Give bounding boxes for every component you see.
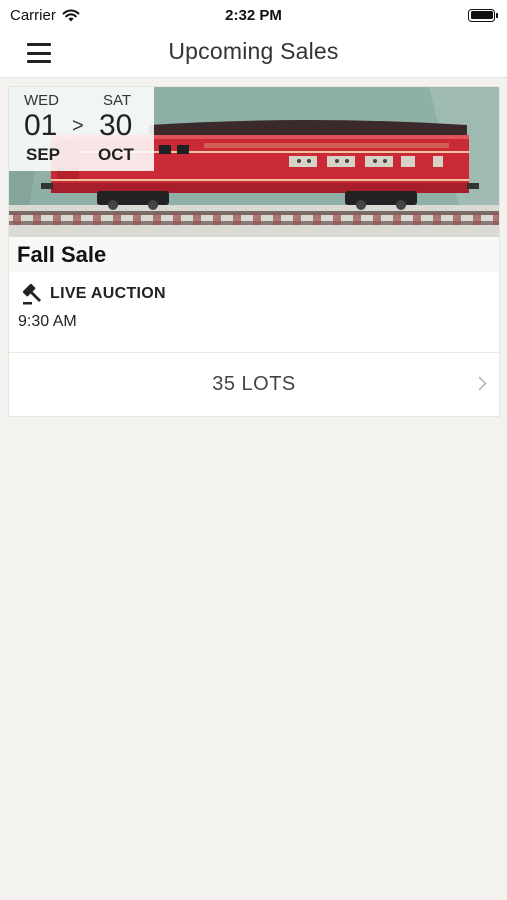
sale-card[interactable]: WED 01 SEP > SAT 30 OCT Fall Sale LIVE A…	[8, 86, 500, 417]
date-separator: >	[72, 115, 84, 137]
battery-level	[470, 11, 493, 19]
start-date: 01	[24, 109, 58, 142]
gavel-icon	[22, 283, 42, 305]
sale-title: Fall Sale	[17, 242, 107, 267]
start-month: SEP	[26, 145, 61, 164]
carrier-label: Carrier	[10, 6, 56, 24]
battery-icon	[468, 8, 498, 22]
start-day: WED	[24, 92, 59, 109]
sale-image: WED 01 SEP > SAT 30 OCT Fall Sale	[9, 87, 499, 272]
page-title: Upcoming Sales	[168, 38, 339, 64]
chevron-right-icon	[478, 376, 487, 391]
sale-time: 9:30 AM	[18, 313, 77, 330]
sale-title-band: Fall Sale	[9, 237, 499, 272]
auction-type: LIVE AUCTION	[22, 283, 166, 305]
date-range: WED 01 SEP > SAT 30 OCT	[9, 87, 154, 171]
end-month: OCT	[98, 145, 134, 164]
end-date: 30	[99, 109, 133, 142]
lots-label: 35 LOTS	[212, 373, 296, 395]
end-day: SAT	[103, 92, 132, 109]
wifi-icon	[62, 9, 80, 21]
lots-button[interactable]: 35 LOTS	[9, 353, 499, 417]
auction-type-label: LIVE AUCTION	[50, 285, 166, 302]
navigation-bar: Upcoming Sales	[0, 30, 507, 78]
status-left: Carrier	[10, 7, 80, 24]
status-bar: Carrier 2:32 PM	[0, 0, 507, 30]
